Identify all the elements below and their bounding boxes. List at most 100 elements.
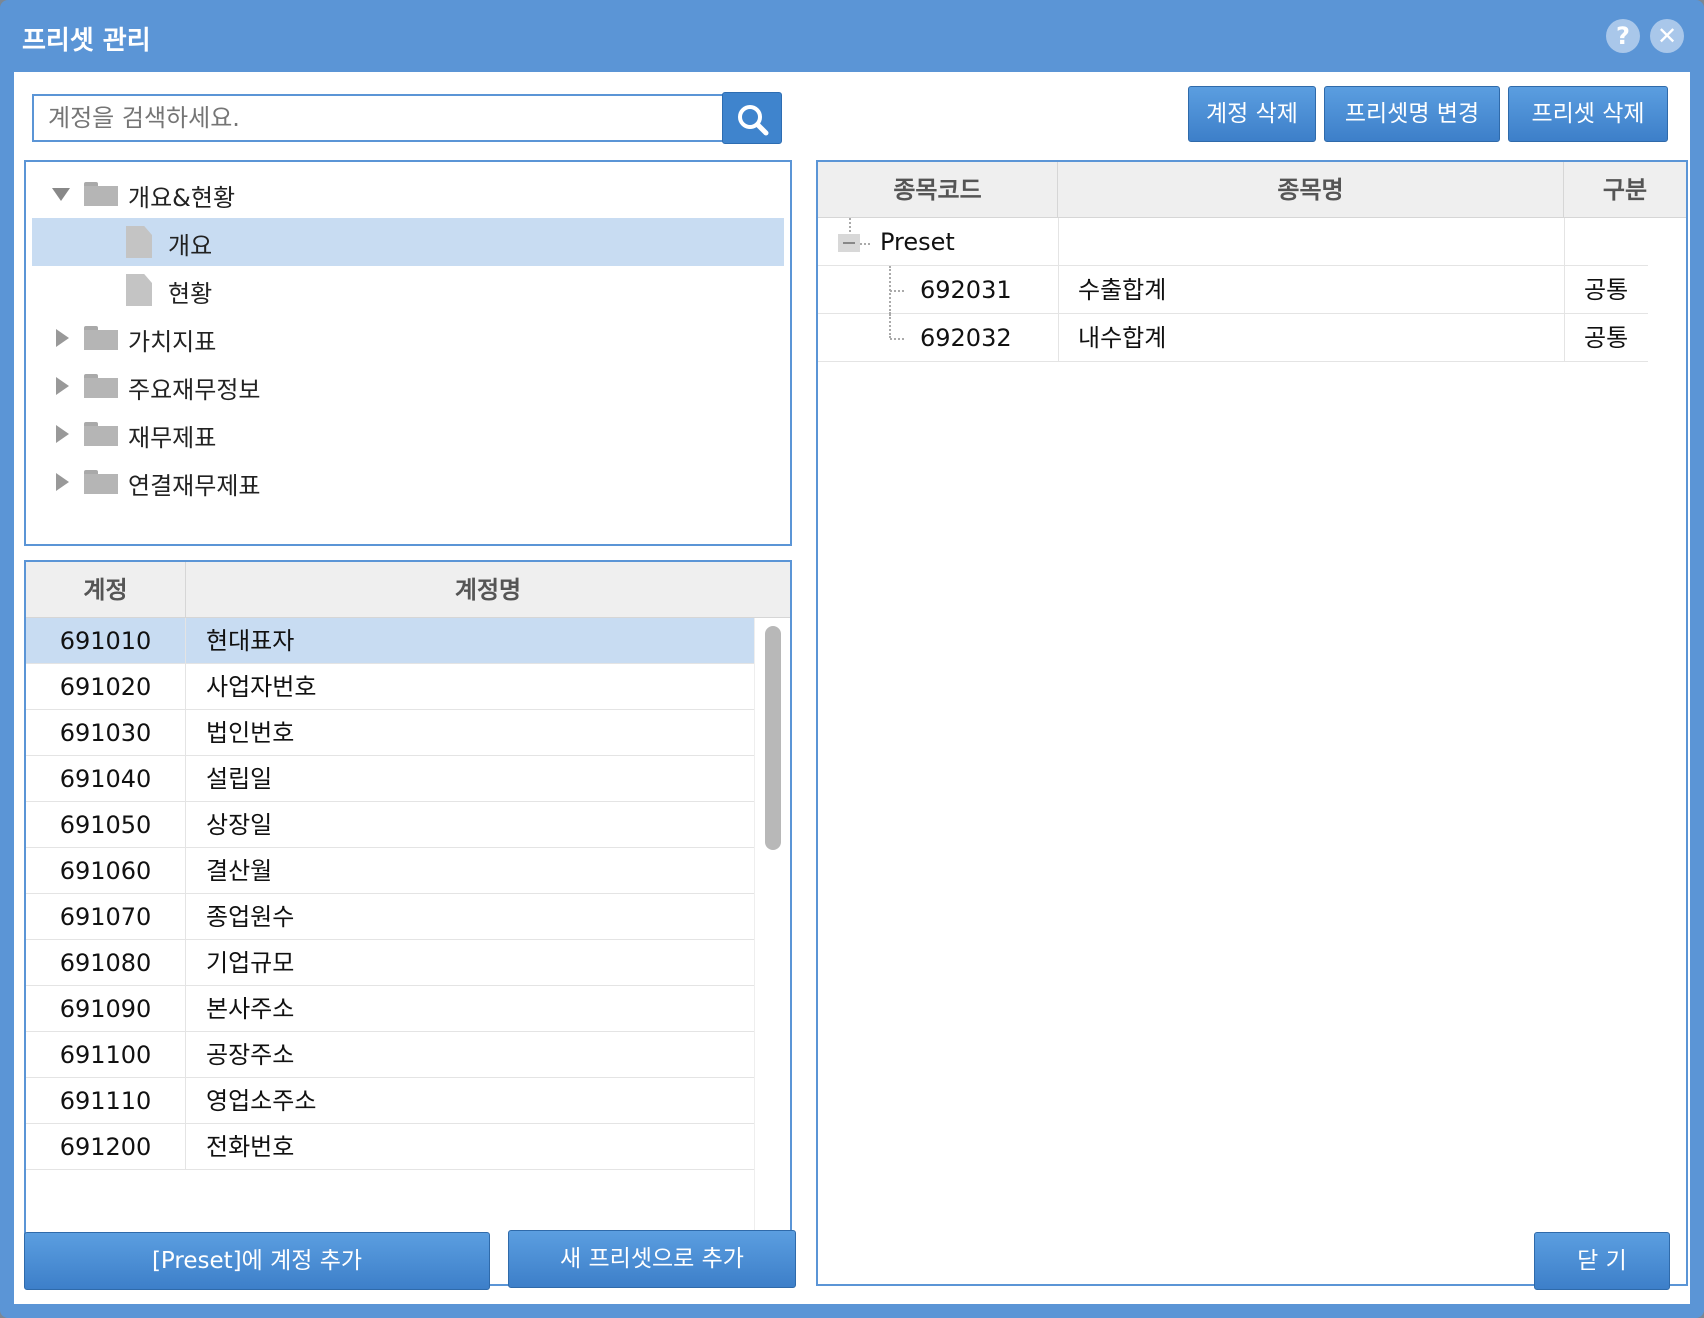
account-code: 691070 xyxy=(26,894,186,940)
table-row[interactable]: 691040 설립일 xyxy=(26,756,754,802)
search-icon xyxy=(738,105,769,136)
account-code: 691010 xyxy=(26,618,186,664)
chevron-down-icon[interactable] xyxy=(52,188,70,201)
table-row[interactable]: 691060 결산월 xyxy=(26,848,754,894)
table-row[interactable]: 691020 사업자번호 xyxy=(26,664,754,710)
grid-header: 계정 계정명 xyxy=(26,562,790,618)
table-row[interactable]: 691090 본사주소 xyxy=(26,986,754,1032)
tree-folder-value-indicators[interactable]: 가치지표 xyxy=(32,314,784,362)
rename-preset-button[interactable]: 프리셋명 변경 xyxy=(1324,86,1500,142)
delete-account-button[interactable]: 계정 삭제 xyxy=(1188,86,1316,142)
chevron-right-icon[interactable] xyxy=(56,425,69,443)
account-grid: 계정 계정명 691010 현대표자 691020 사업자번호 691030 법… xyxy=(24,560,792,1286)
tree-item-label: 가치지표 xyxy=(128,328,217,356)
tree-folder-financial-statements[interactable]: 재무제표 xyxy=(32,410,784,458)
preset-group-label: Preset xyxy=(880,228,955,256)
account-name: 기업규모 xyxy=(206,949,295,977)
account-name: 사업자번호 xyxy=(206,673,317,701)
account-code: 691020 xyxy=(26,664,186,710)
item-code: 692031 xyxy=(920,276,1012,304)
account-name: 영업소주소 xyxy=(206,1087,317,1115)
add-to-preset-button[interactable]: [Preset]에 계정 추가 xyxy=(24,1232,490,1290)
account-name: 본사주소 xyxy=(206,995,295,1023)
table-row[interactable]: 691080 기업규모 xyxy=(26,940,754,986)
tree-connector xyxy=(849,218,851,232)
dialog-title: 프리셋 관리 xyxy=(22,26,151,56)
tree-connector xyxy=(889,314,891,338)
account-name: 법인번호 xyxy=(206,719,295,747)
tree-folder-overview-status[interactable]: 개요&현황 xyxy=(32,170,784,218)
close-button[interactable]: 닫 기 xyxy=(1534,1232,1670,1290)
account-code: 691110 xyxy=(26,1078,186,1124)
scrollbar-thumb[interactable] xyxy=(765,626,781,850)
account-code: 691080 xyxy=(26,940,186,986)
cell-divider xyxy=(1564,314,1565,362)
account-code: 691100 xyxy=(26,1032,186,1078)
account-name: 종업원수 xyxy=(206,903,295,931)
tree-connector xyxy=(860,243,870,245)
table-row[interactable]: 691110 영업소주소 xyxy=(26,1078,754,1124)
tree-item-status[interactable]: 현황 xyxy=(32,266,784,314)
chevron-right-icon[interactable] xyxy=(56,329,69,347)
table-row[interactable]: 691100 공장주소 xyxy=(26,1032,754,1078)
item-type: 공통 xyxy=(1584,324,1629,352)
search-input[interactable] xyxy=(32,94,724,142)
column-header-item-code[interactable]: 종목코드 xyxy=(818,162,1058,218)
title-bar[interactable]: 프리셋 관리 ? ✕ xyxy=(0,0,1704,72)
item-name: 수출합계 xyxy=(1078,276,1167,304)
collapse-icon[interactable] xyxy=(838,234,860,252)
dialog-body: 계정 삭제 프리셋명 변경 프리셋 삭제 개요&현황 개요 현황 가치지표 xyxy=(14,72,1690,1304)
account-code: 691200 xyxy=(26,1124,186,1170)
delete-preset-button[interactable]: 프리셋 삭제 xyxy=(1508,86,1668,142)
table-row[interactable]: 692032 내수합계 공통 xyxy=(818,314,1648,362)
table-row[interactable]: 691200 전화번호 xyxy=(26,1124,754,1170)
document-icon xyxy=(126,226,152,258)
category-tree: 개요&현황 개요 현황 가치지표 주요재무정보 재무제표 연결재무제표 xyxy=(24,160,792,546)
column-header-account-name[interactable]: 계정명 xyxy=(186,562,790,618)
account-name: 전화번호 xyxy=(206,1133,295,1161)
grid-header: 종목코드 종목명 구분 xyxy=(818,162,1686,218)
scrollbar[interactable] xyxy=(754,618,790,1284)
folder-icon xyxy=(84,422,118,446)
table-row[interactable]: 691030 법인번호 xyxy=(26,710,754,756)
account-code: 691030 xyxy=(26,710,186,756)
tree-connector xyxy=(890,290,904,292)
tree-item-label: 개요&현황 xyxy=(128,184,236,212)
table-row[interactable]: 691070 종업원수 xyxy=(26,894,754,940)
tree-folder-consolidated-statements[interactable]: 연결재무제표 xyxy=(32,458,784,506)
chevron-right-icon[interactable] xyxy=(56,473,69,491)
preset-group-row[interactable]: Preset xyxy=(818,218,1648,266)
account-name: 상장일 xyxy=(206,811,273,839)
table-row[interactable]: 692031 수출합계 공통 xyxy=(818,266,1648,314)
account-name: 현대표자 xyxy=(206,627,295,655)
tree-item-label: 연결재무제표 xyxy=(128,472,261,500)
folder-icon xyxy=(84,374,118,398)
cell-divider xyxy=(1564,218,1565,266)
cell-divider xyxy=(1058,266,1059,314)
help-icon[interactable]: ? xyxy=(1606,19,1640,53)
search-button[interactable] xyxy=(722,92,782,144)
item-type: 공통 xyxy=(1584,276,1629,304)
folder-icon xyxy=(84,326,118,350)
folder-icon xyxy=(84,182,118,206)
account-code: 691050 xyxy=(26,802,186,848)
column-header-type[interactable]: 구분 xyxy=(1564,162,1686,218)
column-header-item-name[interactable]: 종목명 xyxy=(1058,162,1564,218)
tree-item-label: 재무제표 xyxy=(128,424,217,452)
table-row[interactable]: 691050 상장일 xyxy=(26,802,754,848)
tree-folder-key-financials[interactable]: 주요재무정보 xyxy=(32,362,784,410)
account-code: 691060 xyxy=(26,848,186,894)
account-code: 691040 xyxy=(26,756,186,802)
table-row[interactable]: 691010 현대표자 xyxy=(26,618,754,664)
cell-divider xyxy=(1058,218,1059,266)
column-header-account[interactable]: 계정 xyxy=(26,562,186,618)
item-name: 내수합계 xyxy=(1078,324,1167,352)
close-icon[interactable]: ✕ xyxy=(1650,19,1684,53)
tree-item-overview[interactable]: 개요 xyxy=(32,218,784,266)
preset-grid: 종목코드 종목명 구분 Preset 692031 수출합계 공통 692032… xyxy=(816,160,1688,1286)
account-code: 691090 xyxy=(26,986,186,1032)
add-new-preset-button[interactable]: 새 프리셋으로 추가 xyxy=(508,1230,796,1288)
chevron-right-icon[interactable] xyxy=(56,377,69,395)
tree-connector xyxy=(890,338,904,340)
tree-item-label: 현황 xyxy=(168,280,213,308)
